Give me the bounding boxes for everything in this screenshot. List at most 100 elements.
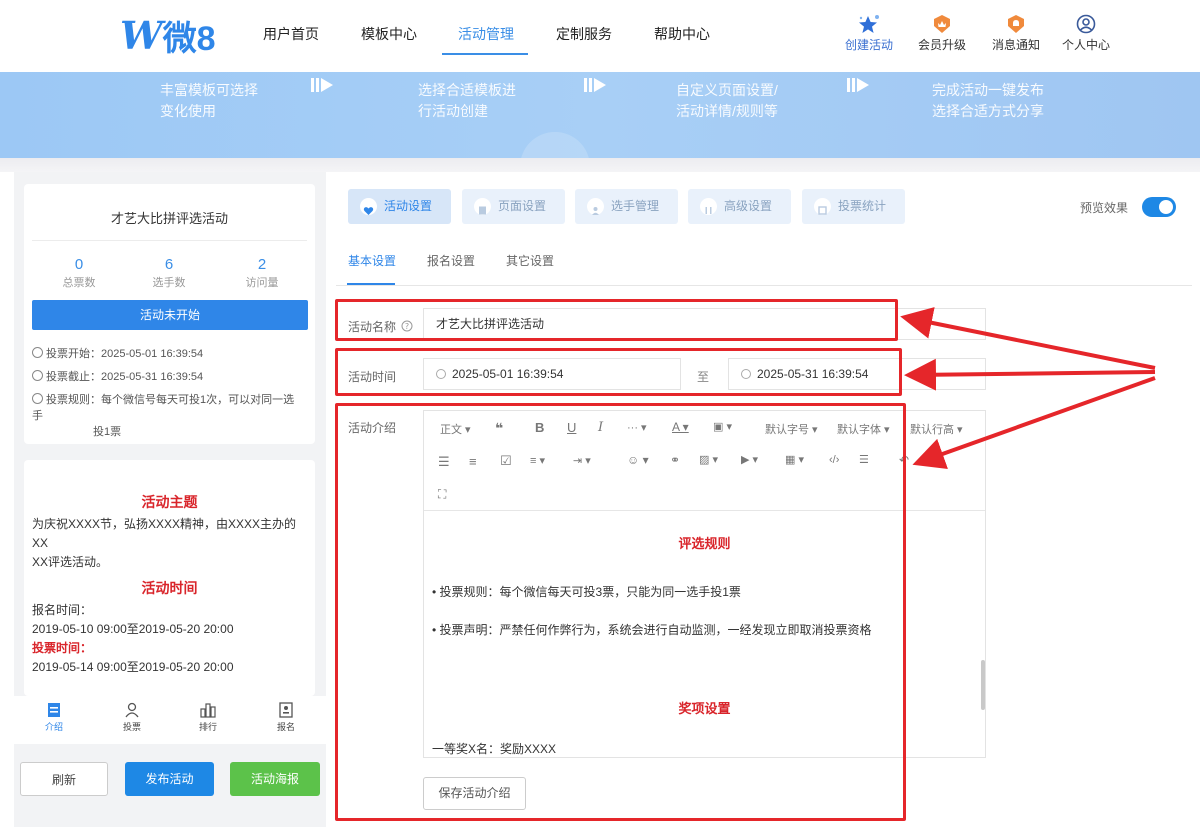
vote-end-line: 投票截止：2025-05-31 16:39:54 bbox=[32, 369, 203, 385]
nav-custom-service[interactable]: 定制服务 bbox=[556, 24, 612, 44]
personal-center-button[interactable]: 个人中心 bbox=[1046, 14, 1126, 53]
arrow-right-icon bbox=[584, 78, 606, 92]
nav-help-center[interactable]: 帮助中心 bbox=[654, 24, 710, 44]
banner-step-2-line2: 行活动创建 bbox=[418, 103, 488, 119]
person-icon bbox=[587, 198, 604, 215]
editor-scrollbar[interactable] bbox=[981, 660, 985, 710]
banner-step-1-line1: 丰富模板可选择 bbox=[160, 82, 258, 98]
banner-step-1-line2: 变化使用 bbox=[160, 103, 216, 119]
stat-value: 0 bbox=[74, 256, 84, 273]
stat-contestants: 6 选手数 bbox=[122, 256, 216, 290]
bottom-tab-vote[interactable]: 投票 bbox=[102, 702, 162, 733]
publish-activity-button[interactable]: 发布活动 bbox=[125, 762, 214, 796]
message-notice-button[interactable]: 消息通知 bbox=[976, 14, 1056, 53]
member-upgrade-button[interactable]: 会员升级 bbox=[902, 14, 982, 53]
activity-content-card: 活动主题 为庆祝XXXX节，弘扬XXXX精神，由XXXX主办的XX XX评选活动… bbox=[24, 460, 315, 696]
clock-icon bbox=[32, 347, 43, 358]
mobile-bottom-tabs: 介绍 投票 排行 报名 bbox=[14, 696, 326, 744]
preview-label: 预览效果 bbox=[1080, 201, 1129, 215]
bottom-tab-label: 投票 bbox=[122, 722, 141, 732]
time-heading: 活动时间 bbox=[141, 580, 198, 596]
bottom-tab-signup[interactable]: 报名 bbox=[256, 702, 316, 733]
nav-active-underline bbox=[442, 53, 528, 55]
activity-poster-button[interactable]: 活动海报 bbox=[230, 762, 320, 796]
signup-label: 报名时间： bbox=[32, 603, 93, 617]
create-activity-label: 创建活动 bbox=[844, 38, 893, 52]
tab-page-settings[interactable]: 页面设置 bbox=[462, 189, 565, 224]
arrow-right-icon bbox=[847, 78, 869, 92]
annotation-arrows bbox=[900, 307, 1156, 469]
activity-info-card: 才艺大比拼评选活动 0 总票数 6 选手数 2 访问量 活动未开始 投票开始：2… bbox=[24, 184, 315, 444]
subtab-basic-settings[interactable]: 基本设置 bbox=[348, 252, 396, 269]
banner-step-3: 自定义页面设置/ 活动详情/规则等 bbox=[676, 80, 778, 122]
ranking-bars-icon bbox=[200, 703, 216, 718]
stat-label: 访问量 bbox=[245, 277, 279, 289]
divider bbox=[336, 285, 1192, 286]
divider bbox=[32, 240, 307, 241]
theme-text: 为庆祝XXXX节，弘扬XXXX精神，由XXXX主办的XX XX评选活动。 bbox=[32, 515, 310, 572]
stat-value: 6 bbox=[164, 256, 174, 273]
bottom-tab-label: 报名 bbox=[276, 722, 295, 732]
heart-icon bbox=[360, 198, 377, 215]
logo-mark: W bbox=[120, 12, 163, 58]
crown-badge-icon bbox=[934, 15, 950, 33]
chart-icon bbox=[814, 198, 831, 215]
nav-activity-management[interactable]: 活动管理 bbox=[458, 24, 514, 44]
signup-card-icon bbox=[279, 702, 293, 718]
logo-name: 微8 bbox=[162, 19, 216, 58]
banner-shadow bbox=[0, 158, 1200, 172]
banner-step-4-line1: 完成活动一键发布 bbox=[932, 82, 1044, 98]
user-circle-icon bbox=[1076, 14, 1096, 34]
tab-label: 选手管理 bbox=[611, 199, 660, 213]
tab-label: 活动设置 bbox=[384, 199, 433, 213]
vote-rule-line: 投票规则：每个微信号每天可投1次，可以对同一选手 投1票 bbox=[32, 392, 302, 440]
subtab-other-settings[interactable]: 其它设置 bbox=[506, 252, 554, 269]
message-notice-label: 消息通知 bbox=[991, 38, 1040, 52]
arrow-to-intro bbox=[912, 376, 1156, 469]
tab-activity-settings[interactable]: 活动设置 bbox=[348, 189, 451, 224]
preview-toggle[interactable] bbox=[1142, 197, 1176, 217]
vote-start-text: 投票开始：2025-05-01 16:39:54 bbox=[46, 348, 204, 360]
personal-center-label: 个人中心 bbox=[1061, 38, 1110, 52]
create-activity-button[interactable]: 创建活动 bbox=[829, 14, 909, 53]
nav-template-center[interactable]: 模板中心 bbox=[361, 24, 417, 44]
banner-step-4: 完成活动一键发布 选择合适方式分享 bbox=[932, 80, 1044, 122]
tab-advanced-settings[interactable]: 高级设置 bbox=[688, 189, 791, 224]
time-text: 报名时间： 2019-05-10 09:00至2019-05-20 20:00 … bbox=[32, 601, 310, 677]
banner-step-3-line1: 自定义页面设置/ bbox=[676, 82, 778, 98]
stat-visits: 2 访问量 bbox=[215, 256, 309, 290]
stat-label: 选手数 bbox=[152, 277, 186, 289]
bottom-tab-intro[interactable]: 介绍 bbox=[24, 702, 84, 733]
bottom-tab-label: 排行 bbox=[198, 722, 217, 732]
bottom-tab-ranking[interactable]: 排行 bbox=[178, 702, 238, 733]
tab-label: 高级设置 bbox=[724, 199, 773, 213]
member-upgrade-label: 会员升级 bbox=[917, 38, 966, 52]
tab-vote-statistics[interactable]: 投票统计 bbox=[802, 189, 905, 224]
vote-rule-text-cont: 投1票 bbox=[93, 426, 122, 438]
highlight-box-intro bbox=[335, 403, 906, 821]
subtab-signup-settings[interactable]: 报名设置 bbox=[427, 252, 475, 269]
highlight-box-time bbox=[335, 348, 902, 396]
banner-decoration bbox=[520, 132, 590, 158]
intro-doc-icon bbox=[48, 703, 60, 717]
star-sparkle-icon bbox=[859, 15, 879, 33]
tab-contestant-management[interactable]: 选手管理 bbox=[575, 189, 678, 224]
vote-time-range: 2019-05-14 09:00至2019-05-20 20:00 bbox=[32, 660, 234, 674]
refresh-button[interactable]: 刷新 bbox=[20, 762, 108, 796]
stat-value: 2 bbox=[257, 256, 267, 273]
banner-step-3-line2: 活动详情/规则等 bbox=[676, 103, 778, 119]
nav-user-home[interactable]: 用户首页 bbox=[263, 24, 319, 44]
bell-badge-icon bbox=[1008, 15, 1024, 33]
banner-step-2-line1: 选择合适模板进 bbox=[418, 82, 516, 98]
page-icon bbox=[474, 198, 491, 215]
clock-icon bbox=[32, 370, 43, 381]
info-icon bbox=[32, 393, 43, 404]
site-logo[interactable]: W 微8 bbox=[120, 12, 216, 58]
stat-total-votes: 0 总票数 bbox=[32, 256, 126, 290]
stat-label: 总票数 bbox=[62, 277, 96, 289]
sliders-icon bbox=[700, 198, 717, 215]
theme-text-line2: XX评选活动。 bbox=[32, 555, 109, 569]
activity-status-button[interactable]: 活动未开始 bbox=[32, 300, 308, 330]
highlight-box-name bbox=[335, 299, 898, 341]
theme-heading: 活动主题 bbox=[141, 494, 198, 510]
